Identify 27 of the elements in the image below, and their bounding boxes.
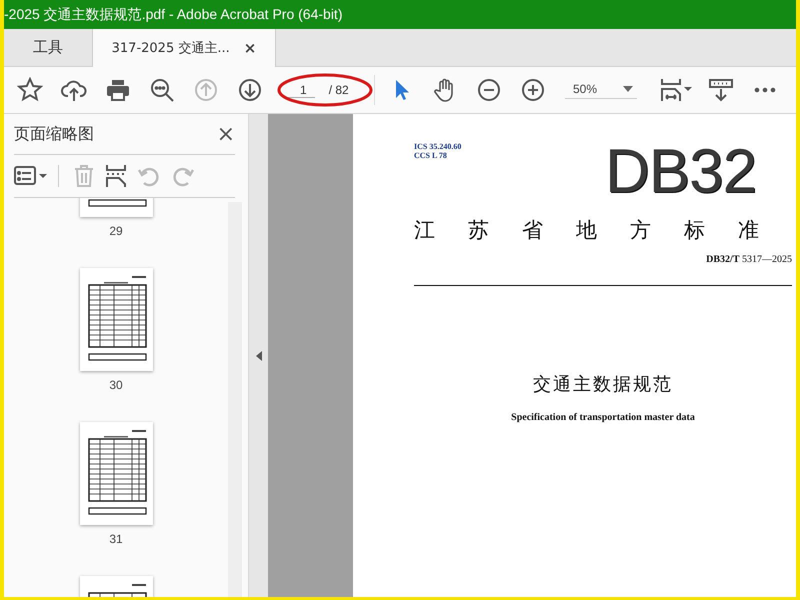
window-title: -2025 交通主数据规范.pdf - Adobe Acrobat Pro (64-bit) [4, 6, 342, 24]
panel-title: 页面缩略图 [14, 124, 94, 144]
standard-number: DB32/T 5317—2025 [706, 254, 792, 265]
page-thumbnail[interactable] [80, 422, 152, 525]
collapse-arrow-icon[interactable] [256, 350, 262, 360]
document-title: 交通主数据规范 [532, 373, 674, 396]
zoom-dropdown[interactable]: 50% [565, 82, 637, 98]
close-icon[interactable]: × [216, 122, 235, 146]
page-number: 30 [109, 378, 123, 392]
caret-icon [623, 86, 633, 92]
scrollbar[interactable] [228, 202, 242, 597]
ccs-code: CCS L 78 [414, 151, 448, 160]
page-number: 29 [109, 224, 123, 238]
tab[interactable]: 317-2025 交通主... × [93, 29, 276, 67]
insert-page-icon[interactable] [105, 164, 127, 188]
options-icon[interactable] [14, 165, 59, 187]
ics-code: ICS 35.240.60 [414, 142, 462, 151]
tab-label: 工具 [33, 38, 63, 57]
standard-heading: 江苏省地方标准 [414, 217, 792, 244]
tab-label: 317-2025 交通主... [112, 40, 230, 57]
close-icon[interactable]: × [244, 39, 256, 57]
page-count: / 82 [328, 83, 349, 97]
document-subtitle: Specification of transportation master data [510, 412, 696, 423]
page-number: 31 [109, 532, 123, 546]
page-number-field[interactable]: 1 [286, 82, 315, 98]
page-thumbnail[interactable] [80, 268, 152, 371]
standard-logo: DB32 [605, 136, 756, 207]
